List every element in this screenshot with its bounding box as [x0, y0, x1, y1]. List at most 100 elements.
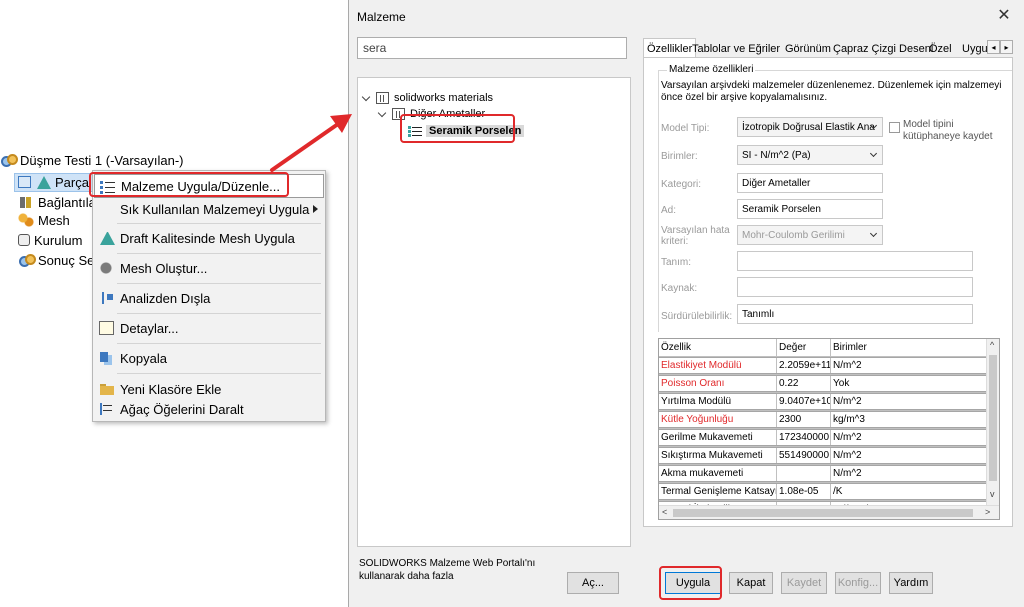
- annotation-box-apply-button: [659, 566, 722, 600]
- tab-crosshatch[interactable]: Çapraz Çizgi Deseni: [830, 40, 936, 58]
- copy-icon: [99, 351, 114, 365]
- column-header-property: Özellik: [659, 339, 777, 356]
- property-cell: Poisson Oranı: [659, 376, 777, 391]
- folder-icon: [99, 382, 114, 396]
- close-button[interactable]: Kapat: [729, 572, 773, 594]
- dialog-title: Malzeme: [357, 10, 406, 24]
- menu-item-label: Mesh Oluştur...: [120, 260, 208, 276]
- open-button[interactable]: Aç...: [567, 572, 619, 594]
- menu-separator: [117, 313, 321, 314]
- vertical-scroll-thumb[interactable]: [989, 355, 997, 481]
- table-row[interactable]: Poisson Oranı 0.22 Yok: [659, 375, 987, 393]
- menu-separator: [117, 373, 321, 374]
- category-label: Kategori:: [661, 179, 702, 190]
- horizontal-scroll-thumb[interactable]: [673, 509, 973, 517]
- tab-appearance[interactable]: Görünüm: [782, 40, 834, 58]
- tab-apply[interactable]: Uygula: [959, 40, 989, 58]
- connections-icon: [18, 195, 34, 209]
- material-search-input[interactable]: [357, 37, 627, 59]
- property-cell: Sıkıştırma Mukavemeti: [659, 448, 777, 463]
- exclude-icon: [99, 291, 114, 305]
- name-field[interactable]: Seramik Porselen: [737, 199, 883, 219]
- property-table: Özellik Değer Birimler Elastikiyet Modül…: [658, 338, 1000, 520]
- table-row[interactable]: Termal Genişleme Katsayısı 1.08e-05/K: [659, 483, 987, 501]
- save-model-type-checkbox[interactable]: [889, 122, 900, 133]
- column-header-units: Birimler: [833, 342, 867, 353]
- tab-scroll-right-icon[interactable]: ▸: [1000, 40, 1013, 54]
- value-cell: 9.0407e+10: [777, 394, 831, 409]
- menu-separator: [117, 343, 321, 344]
- scroll-up-icon[interactable]: ^: [990, 340, 994, 350]
- results-icon: [18, 253, 36, 267]
- source-label: Kaynak:: [661, 283, 698, 294]
- model-type-select[interactable]: İzotropik Doğrusal Elastik Ana: [737, 117, 883, 137]
- tree-item-results[interactable]: Sonuç Seç: [18, 250, 101, 270]
- value-cell: 0.22: [777, 376, 831, 391]
- config-button[interactable]: Konfig...: [835, 572, 881, 594]
- table-row[interactable]: Sıkıştırma Mukavemeti 551490000 N/m^2: [659, 447, 987, 465]
- value-cell: 172340000: [777, 430, 831, 445]
- table-row[interactable]: Kütle Yoğunluğu 2300 kg/m^3: [659, 411, 987, 429]
- material-shell-icon: [37, 175, 51, 189]
- menu-item-label: Analizden Dışla: [120, 290, 211, 306]
- value-cell: 1.08e-05: [777, 484, 831, 499]
- units-cell: N/m^2: [831, 358, 987, 373]
- units-cell: N/m^2: [831, 394, 987, 409]
- scroll-down-icon[interactable]: v: [990, 489, 995, 499]
- help-button[interactable]: Yardım: [889, 572, 933, 594]
- tab-scroll-left-icon[interactable]: ◂: [987, 40, 1000, 54]
- menu-item-label: Kopyala: [120, 350, 167, 366]
- vertical-scrollbar[interactable]: ^ v: [986, 339, 999, 505]
- menu-item-details[interactable]: Detaylar...: [94, 316, 324, 340]
- sustainability-field[interactable]: Tanımlı: [737, 304, 973, 324]
- material-properties-group: Malzeme özellikleri Varsayılan arşivdeki…: [658, 64, 1012, 332]
- scroll-right-icon[interactable]: >: [985, 507, 990, 517]
- property-cell: Akma mukavemeti: [659, 466, 777, 481]
- source-field[interactable]: [737, 277, 973, 297]
- tree-item-study-label: Düşme Testi 1 (-Varsayılan-): [20, 152, 184, 168]
- menu-item-apply-favorite-material[interactable]: Sık Kullanılan Malzemeyi Uygula: [94, 197, 324, 221]
- menu-item-copy[interactable]: Kopyala: [94, 346, 324, 370]
- scroll-left-icon[interactable]: <: [662, 507, 667, 517]
- table-row[interactable]: Elastikiyet Modülü 2.2059e+11 N/m^2: [659, 357, 987, 375]
- tab-custom[interactable]: Özel: [926, 40, 955, 58]
- tree-item-study[interactable]: Düşme Testi 1 (-Varsayılan-): [0, 150, 184, 170]
- table-row[interactable]: Gerilme Mukavemeti 172340000 N/m^2: [659, 429, 987, 447]
- table-row[interactable]: Yırtılma Modülü 9.0407e+10 N/m^2: [659, 393, 987, 411]
- menu-item-create-mesh[interactable]: Mesh Oluştur...: [94, 256, 324, 280]
- units-cell: /K: [831, 484, 987, 499]
- description-field[interactable]: [737, 251, 973, 271]
- library-icon: [376, 92, 389, 104]
- table-row[interactable]: Akma mukavemeti N/m^2: [659, 465, 987, 483]
- category-field[interactable]: Diğer Ametaller: [737, 173, 883, 193]
- menu-item-label: Detaylar...: [120, 320, 179, 336]
- tree-item-mesh-label: Mesh: [38, 212, 70, 228]
- menu-item-exclude-from-analysis[interactable]: Analizden Dışla: [94, 286, 324, 310]
- tree-item-setup-label: Kurulum: [34, 232, 83, 248]
- units-select[interactable]: SI - N/m^2 (Pa): [737, 145, 883, 165]
- property-cell: Gerilme Mukavemeti: [659, 430, 777, 445]
- horizontal-scrollbar[interactable]: < >: [659, 505, 999, 519]
- close-icon[interactable]: ✕: [994, 6, 1014, 26]
- column-header-value: Değer: [777, 339, 831, 356]
- tree-item-part[interactable]: Parça: [18, 172, 89, 192]
- units-cell: N/m^2: [831, 430, 987, 445]
- tree-item-connections[interactable]: Bağlantıla: [18, 192, 96, 212]
- save-button[interactable]: Kaydet: [781, 572, 827, 594]
- menu-item-label: Sık Kullanılan Malzemeyi Uygula: [120, 201, 310, 217]
- failure-criterion-select[interactable]: Mohr-Coulomb Gerilimi: [737, 225, 883, 245]
- menu-item-collapse-tree[interactable]: Ağaç Öğelerini Daralt: [94, 397, 324, 421]
- model-type-label: Model Tipi:: [661, 123, 710, 134]
- group-title: Malzeme özellikleri: [667, 64, 756, 75]
- details-icon: [99, 321, 114, 335]
- chevron-down-icon[interactable]: [378, 110, 387, 119]
- tree-item-setup[interactable]: Kurulum: [18, 230, 82, 250]
- tab-tables-curves[interactable]: Tablolar ve Eğriler: [689, 40, 783, 58]
- tree-item-mesh[interactable]: Mesh: [18, 210, 70, 230]
- library-root[interactable]: solidworks materials: [362, 90, 493, 106]
- chevron-down-icon[interactable]: [362, 94, 371, 103]
- menu-item-label: Draft Kalitesinde Mesh Uygula: [120, 230, 295, 246]
- units-cell: N/m^2: [831, 448, 987, 463]
- menu-item-draft-mesh[interactable]: Draft Kalitesinde Mesh Uygula: [94, 226, 324, 250]
- name-label: Ad:: [661, 205, 677, 216]
